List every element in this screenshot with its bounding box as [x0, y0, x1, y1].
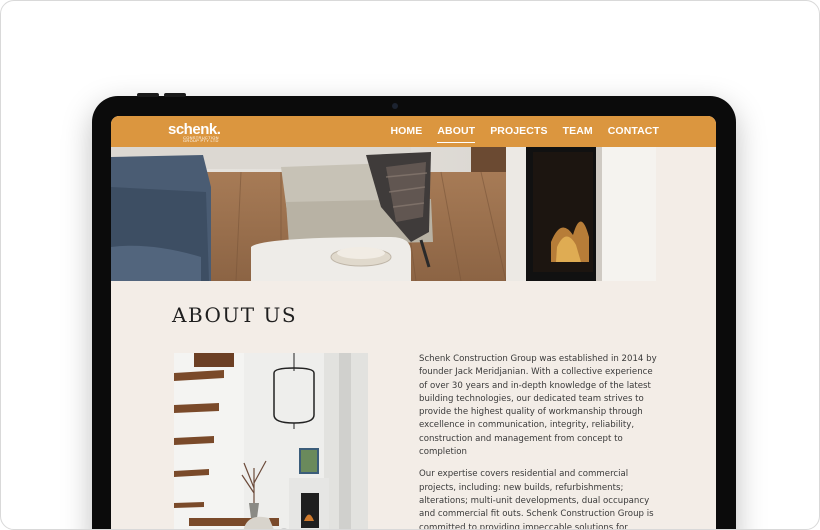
nav-item-contact[interactable]: CONTACT — [608, 125, 659, 137]
tablet-device: schenk. CONSTRUCTION GROUP PTY LTD HOME … — [92, 93, 736, 530]
device-button — [137, 93, 159, 97]
nav-item-team[interactable]: TEAM — [563, 125, 593, 137]
hero-image — [111, 147, 656, 281]
nav-menu: HOME ABOUT PROJECTS TEAM CONTACT — [390, 125, 659, 143]
camera-icon — [392, 103, 398, 109]
about-paragraph: Schenk Construction Group was establishe… — [419, 354, 657, 458]
about-text: Schenk Construction Group was establishe… — [419, 353, 659, 530]
device-button — [164, 93, 186, 97]
nav-item-home[interactable]: HOME — [390, 125, 422, 137]
site-logo[interactable]: schenk. CONSTRUCTION GROUP PTY LTD — [168, 121, 221, 144]
staircase-image — [174, 353, 368, 529]
page-title: ABOUT US — [172, 303, 298, 327]
website-screen: schenk. CONSTRUCTION GROUP PTY LTD HOME … — [111, 116, 716, 530]
nav-bar: schenk. CONSTRUCTION GROUP PTY LTD HOME … — [111, 116, 716, 147]
nav-item-about[interactable]: ABOUT — [437, 125, 475, 143]
nav-item-projects[interactable]: PROJECTS — [490, 125, 547, 137]
logo-subtitle: GROUP PTY LTD — [183, 138, 219, 144]
about-paragraph: Our expertise covers residential and com… — [419, 469, 654, 530]
mockup-frame: schenk. CONSTRUCTION GROUP PTY LTD HOME … — [0, 0, 820, 530]
